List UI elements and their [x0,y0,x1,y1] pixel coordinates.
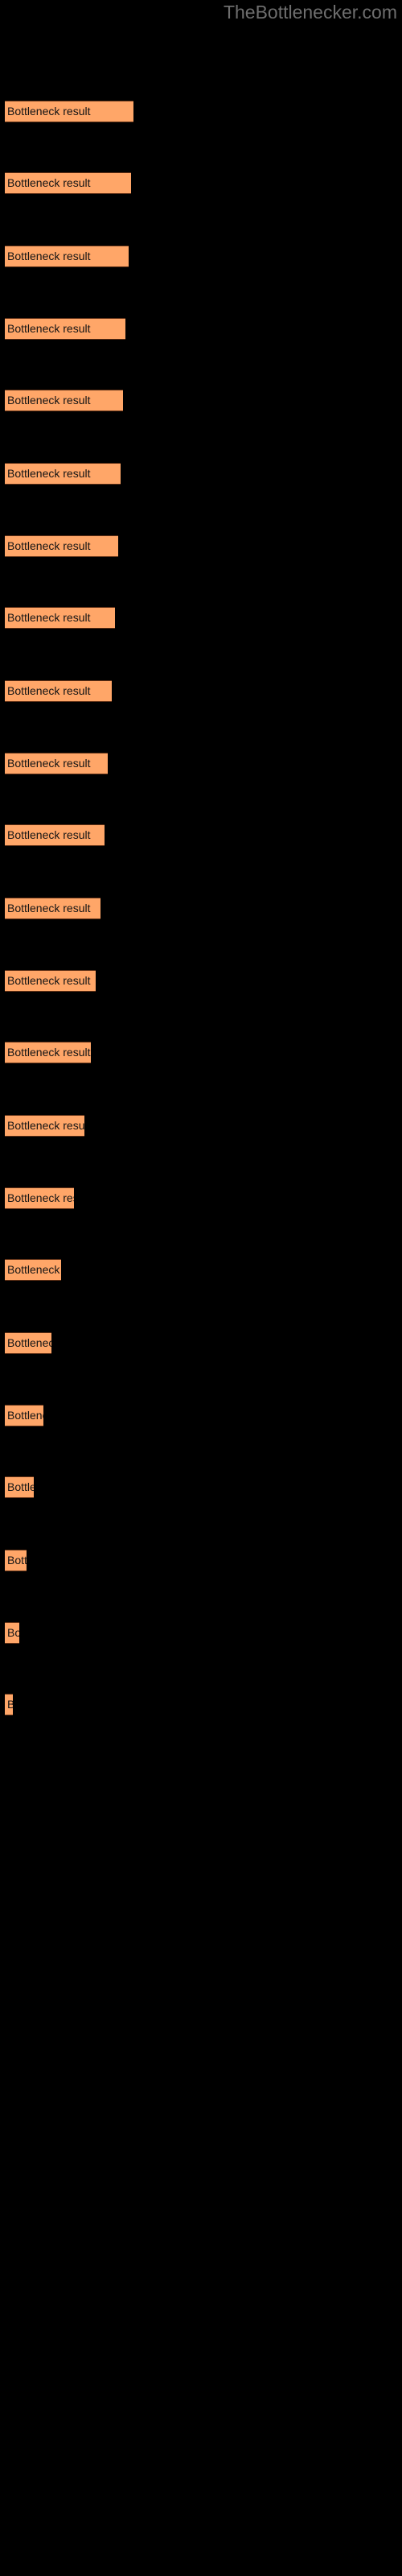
bar-clip: Bottleneck result [5,463,121,485]
bar-clip: Bottleneck result [5,389,123,411]
bar-clip: Bottleneck result [5,171,131,194]
bar-clip: Bottleneck result [5,1693,13,1715]
bar-clip: Bottleneck result [5,317,125,340]
bar-6[interactable] [5,463,121,485]
bar-5[interactable] [5,389,123,411]
bar-4[interactable] [5,317,125,340]
horizontal-bar-chart: Bottleneck result Bottleneck result Bottle… [0,0,402,2576]
bar-3[interactable] [5,246,129,268]
bar-clip: Bottleneck result [5,1621,19,1644]
bar-clip: Bottleneck result [5,1258,61,1281]
bar-11[interactable] [5,824,105,846]
bar-23[interactable] [5,1693,13,1715]
bar-clip: Bottleneck result [5,1187,74,1209]
bar-clip: Bottleneck result [5,898,100,920]
bar-8[interactable] [5,606,115,629]
bar-clip: Bottleneck result [5,1550,27,1572]
bar-10[interactable] [5,752,108,774]
bar-17[interactable] [5,1258,61,1281]
bar-clip: Bottleneck result [5,606,115,629]
bar-9[interactable] [5,680,112,703]
bar-clip: Bottleneck result [5,1404,43,1426]
bar-15[interactable] [5,1115,84,1137]
bar-13[interactable] [5,969,96,992]
bar-7[interactable] [5,535,118,557]
bar-12[interactable] [5,898,100,920]
bar-clip: Bottleneck result [5,100,133,122]
bar-clip: Bottleneck result [5,752,108,774]
bar-1[interactable] [5,100,133,122]
bar-16[interactable] [5,1187,74,1209]
bar-14[interactable] [5,1041,91,1063]
bar-clip: Bottleneck result [5,1332,51,1355]
bar-clip: Bottleneck result [5,969,96,992]
bar-clip: Bottleneck result [5,1115,84,1137]
bar-20[interactable] [5,1476,34,1498]
bar-22[interactable] [5,1621,19,1644]
bar-clip: Bottleneck result [5,680,112,703]
bar-2[interactable] [5,171,131,194]
bar-clip: Bottleneck result [5,824,105,846]
bar-clip: Bottleneck result [5,535,118,557]
bar-21[interactable] [5,1550,27,1572]
bar-clip: Bottleneck result [5,246,129,268]
bar-18[interactable] [5,1332,51,1355]
bar-clip: Bottleneck result [5,1041,91,1063]
bar-19[interactable] [5,1404,43,1426]
bar-clip: Bottleneck result [5,1476,34,1498]
